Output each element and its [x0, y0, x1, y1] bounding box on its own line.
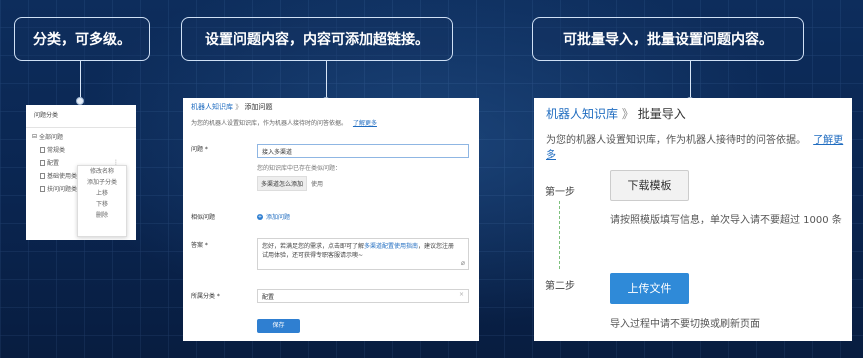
answer-textarea[interactable]: 您好，若满足您的需求，点击即可了解多渠道配置使用指南，建议您注册试用体验，还可获… — [257, 238, 469, 270]
step1-hint: 请按照模版填写信息，单次导入请不要超过 1000 条 — [610, 215, 842, 226]
menu-item-delete[interactable]: 删除 — [78, 210, 126, 221]
category-select[interactable]: 配置 × — [257, 289, 469, 303]
tree-node[interactable]: 扶问问题类 — [40, 184, 77, 193]
tree-node[interactable]: 常规类 — [40, 145, 65, 154]
download-template-button[interactable]: 下载模板 — [610, 170, 689, 201]
callout-connector — [690, 61, 691, 99]
callout-text: 可批量导入，批量设置问题内容。 — [563, 32, 773, 48]
step2-hint: 导入过程中请不要切换或刷新页面 — [610, 319, 760, 330]
plus-circle-icon: + — [257, 213, 263, 220]
question-label: 问题 * — [191, 146, 208, 153]
document-icon — [40, 172, 45, 179]
breadcrumb-brand[interactable]: 机器人知识库 — [191, 103, 233, 111]
menu-item-move-up[interactable]: 上移 — [78, 188, 126, 199]
batch-import-panel: 机器人知识库 》 批量导入 为您的机器人设置知识库，作为机器人接待时的问答依据。… — [534, 98, 852, 341]
step2-label: 第二步 — [545, 281, 575, 292]
panel-header: 问题分类 — [26, 105, 136, 128]
document-icon — [40, 146, 45, 153]
clear-icon[interactable]: × — [459, 291, 464, 298]
similar-hint: 您的知识库中已存在类似问题： — [257, 165, 342, 172]
callout-question-content: 设置问题内容，内容可添加超链接。 — [181, 17, 453, 61]
add-question-panel: 机器人知识库 》 添加问题 为您的机器人设置知识库，作为机器人接待时的问答依据。… — [183, 98, 479, 341]
save-button[interactable]: 保存 — [257, 319, 300, 333]
tree-node-all[interactable]: ⊟ 全部问题 — [32, 132, 63, 141]
callout-batch-import: 可批量导入，批量设置问题内容。 — [532, 17, 804, 61]
upload-file-button[interactable]: 上传文件 — [610, 273, 689, 304]
document-icon — [40, 159, 45, 166]
collapse-icon[interactable]: ⊟ — [32, 133, 37, 140]
answer-hyperlink[interactable]: 多渠道配置使用指南 — [364, 243, 418, 250]
breadcrumb: 机器人知识库 》 添加问题 — [191, 103, 273, 111]
tree-node[interactable]: 基础使用类 — [40, 171, 77, 180]
intro-text: 为您的机器人设置知识库，作为机器人接待时的问答依据。 了解更多 — [546, 135, 844, 161]
breadcrumb-brand[interactable]: 机器人知识库 — [546, 107, 618, 121]
connector-dot — [76, 97, 84, 105]
category-panel: 问题分类 ⊟ 全部问题 常规类 配置 ⋮ 基础使用类 扶问问题类 修改名称 添加子分… — [26, 105, 136, 240]
callout-text: 设置问题内容，内容可添加超链接。 — [205, 32, 429, 48]
breadcrumb: 机器人知识库 》 批量导入 — [546, 107, 686, 121]
callout-categories: 分类，可多级。 — [14, 17, 150, 61]
similar-tag[interactable]: 多渠道怎么添加 — [257, 176, 308, 191]
step-connector — [559, 201, 560, 269]
category-label: 所属分类 * — [191, 293, 220, 300]
similar-label: 相似问题 — [191, 214, 216, 221]
menu-item-rename[interactable]: 修改名称 — [78, 166, 126, 177]
add-similar-button[interactable]: + 添加问题 — [257, 212, 290, 221]
intro-text: 为您的机器人设置知识库，作为机器人接待时的问答依据。 了解更多 — [191, 120, 377, 127]
callout-text: 分类，可多级。 — [33, 32, 131, 48]
question-input[interactable]: 接入多渠道 — [257, 144, 469, 158]
breadcrumb-page: 批量导入 — [637, 107, 686, 121]
step1-label: 第一步 — [545, 187, 575, 198]
similar-suggestion: 多渠道怎么添加 使用 — [257, 176, 323, 191]
attachment-icon[interactable]: ⌀ — [461, 259, 465, 267]
use-similar-link[interactable]: 使用 — [311, 179, 323, 188]
answer-content: 您好，若满足您的需求，点击即可了解多渠道配置使用指南，建议您注册试用体验，还可获… — [262, 243, 455, 259]
menu-item-move-down[interactable]: 下移 — [78, 199, 126, 210]
callout-connector — [80, 61, 81, 99]
callout-connector — [326, 61, 327, 99]
learn-more-link[interactable]: 了解更多 — [353, 120, 377, 127]
context-menu: 修改名称 添加子分类 上移 下移 删除 — [77, 165, 127, 237]
breadcrumb-page: 添加问题 — [244, 103, 273, 111]
document-icon — [40, 185, 45, 192]
menu-item-add-subcategory[interactable]: 添加子分类 — [78, 177, 126, 188]
answer-label: 答案 * — [191, 242, 208, 249]
